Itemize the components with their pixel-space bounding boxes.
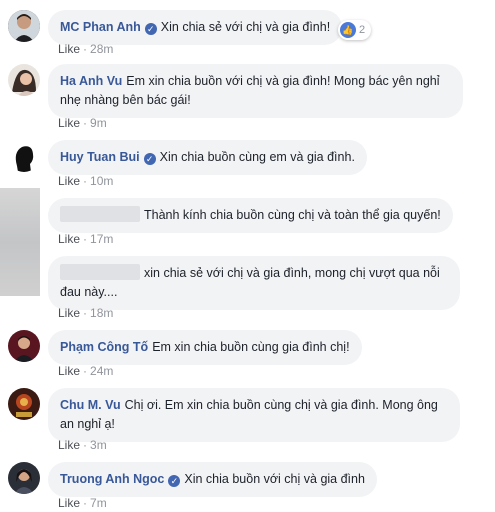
author-name[interactable]: Phạm Công Tố [60, 340, 148, 354]
like-link[interactable]: Like [58, 232, 80, 246]
avatar[interactable] [8, 462, 40, 494]
redacted-author [60, 206, 140, 222]
comment-bubble: Truong Anh Ngoc ✓ Xin chia buồn với chị và… [48, 462, 377, 497]
check-badge-icon: ✓ [168, 475, 181, 487]
timestamp[interactable]: 17m [90, 232, 113, 246]
avatar[interactable] [8, 10, 40, 42]
avatar[interactable] [8, 140, 40, 172]
comment-meta: Like · 28m [58, 42, 114, 56]
like-link[interactable]: Like [58, 364, 80, 378]
comment-text: Xin chia sẻ với chị và gia đình! [160, 20, 331, 34]
comment-meta: Like · 18m [58, 306, 114, 320]
comment-meta: Like · 9m [58, 116, 107, 130]
comment-bubble: Ha Anh Vu Em xin chia buồn với chị và gia… [48, 64, 463, 118]
comment-bubble: Phạm Công Tố Em xin chia buồn cùng gia đì… [48, 330, 362, 365]
timestamp[interactable]: 10m [90, 174, 113, 188]
like-link[interactable]: Like [58, 116, 80, 130]
comment-bubble: xin chia sẻ với chị và gia đình, mong ch… [48, 256, 460, 310]
check-badge-icon: ✓ [143, 153, 156, 165]
timestamp[interactable]: 9m [90, 116, 107, 130]
author-name[interactable]: Truong Anh Ngoc [60, 472, 164, 486]
redacted-author [60, 264, 140, 280]
comment-meta: Like · 7m [58, 496, 107, 510]
avatar[interactable] [8, 64, 40, 96]
thumbs-up-icon: 👍 [340, 22, 356, 38]
author-name[interactable]: Chu M. Vu [60, 398, 121, 412]
like-link[interactable]: Like [58, 174, 80, 188]
timestamp[interactable]: 3m [90, 438, 107, 452]
comment-meta: Like · 3m [58, 438, 107, 452]
author-name[interactable]: MC Phan Anh [60, 20, 141, 34]
comment-text: Em xin chia buồn cùng gia đình chị! [152, 340, 350, 354]
comment-bubble: Thành kính chia buồn cùng chị và toàn th… [48, 198, 453, 233]
comment-bubble: Huy Tuan Bui ✓ Xin chia buồn cùng em và gi… [48, 140, 367, 175]
comment-text: Xin chia buồn cùng em và gia đình. [159, 150, 355, 164]
comment-meta: Like · 10m [58, 174, 114, 188]
comment-bubble: MC Phan Anh ✓ Xin chia sẻ với chị và gia đ… [48, 10, 343, 45]
comment-meta: Like · 24m [58, 364, 114, 378]
timestamp[interactable]: 7m [90, 496, 107, 510]
author-name[interactable]: Huy Tuan Bui [60, 150, 140, 164]
check-badge-icon: ✓ [144, 23, 157, 35]
like-link[interactable]: Like [58, 496, 80, 510]
timestamp[interactable]: 28m [90, 42, 113, 56]
comment-bubble: Chu M. Vu Chị ơi. Em xin chia buồn cùng c… [48, 388, 460, 442]
timestamp[interactable]: 24m [90, 364, 113, 378]
author-name[interactable]: Ha Anh Vu [60, 74, 122, 88]
comment-meta: Like · 17m [58, 232, 114, 246]
comment-text: Thành kính chia buồn cùng chị và toàn th… [144, 208, 441, 222]
avatar[interactable] [8, 330, 40, 362]
reaction-count[interactable]: 👍 2 [338, 20, 372, 40]
redacted-avatar-block [0, 188, 40, 296]
timestamp[interactable]: 18m [90, 306, 113, 320]
like-link[interactable]: Like [58, 42, 80, 56]
comment-text: Xin chia buồn với chị và gia đình [184, 472, 365, 486]
avatar[interactable] [8, 388, 40, 420]
like-link[interactable]: Like [58, 438, 80, 452]
like-link[interactable]: Like [58, 306, 80, 320]
